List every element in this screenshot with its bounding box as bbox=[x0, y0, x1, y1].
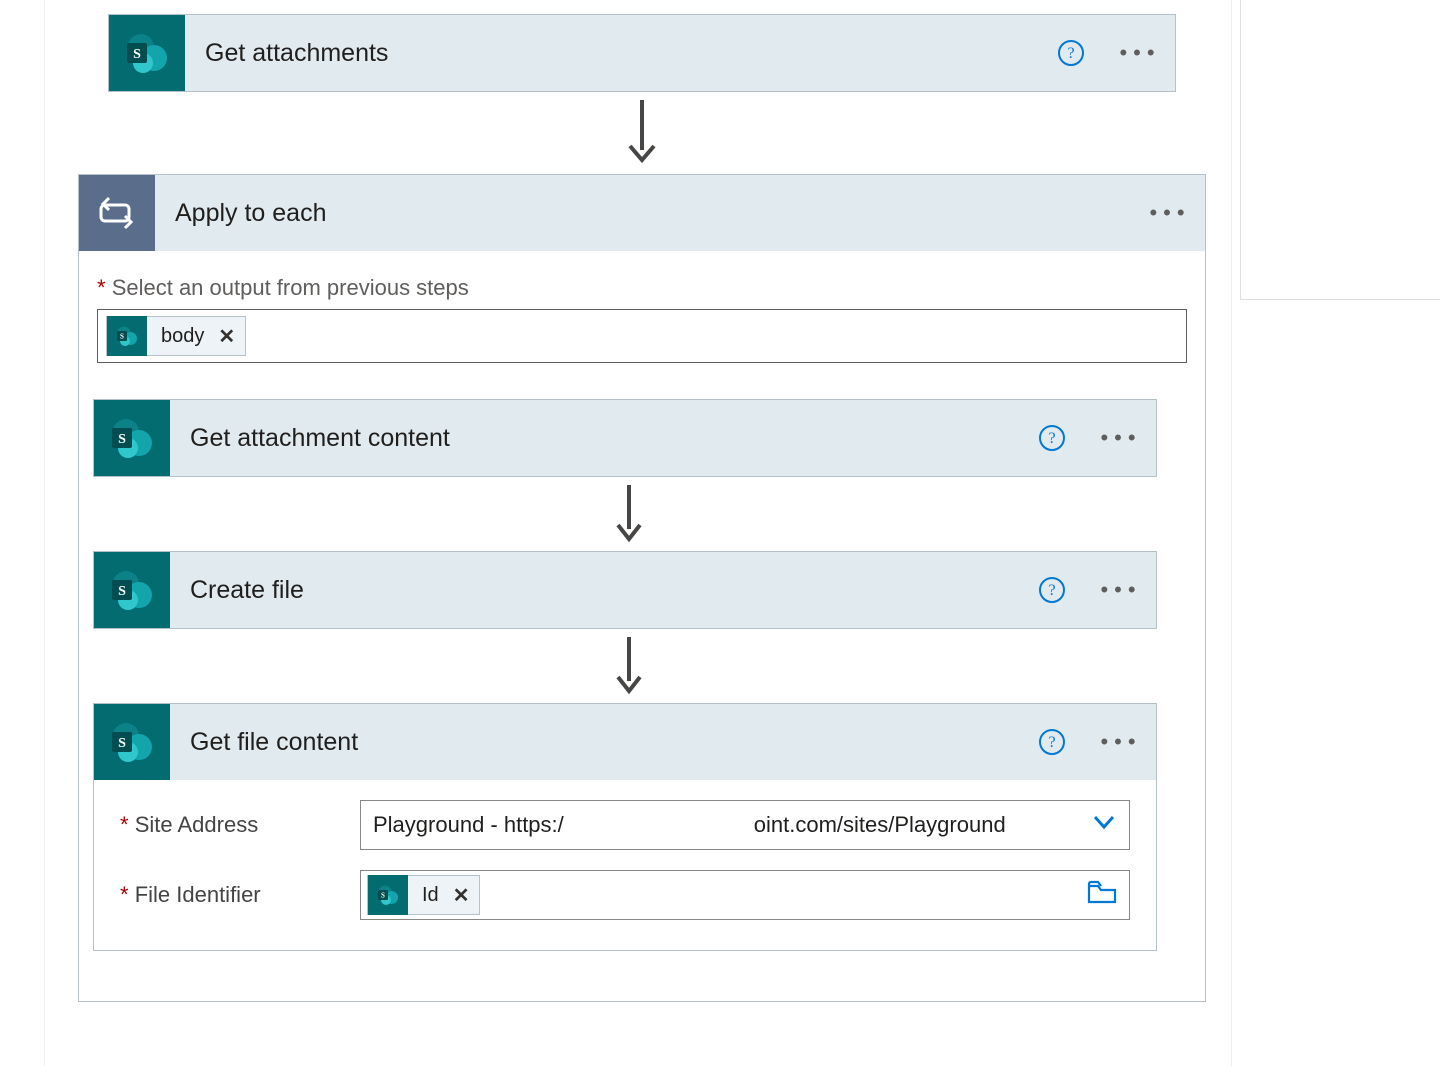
svg-text:S: S bbox=[118, 432, 126, 447]
svg-text:S: S bbox=[120, 333, 124, 341]
step-card-get-attachments[interactable]: S Get attachments ? ••• bbox=[108, 14, 1176, 92]
remove-token-icon[interactable]: ✕ bbox=[218, 324, 235, 349]
param-row-file-identifier: * File Identifier S Id ✕ bbox=[120, 870, 1130, 920]
connector-arrow bbox=[97, 637, 1161, 699]
remove-token-icon[interactable]: ✕ bbox=[453, 883, 470, 908]
field-value: Playground - https:/oint.com/sites/Playg… bbox=[373, 812, 1091, 838]
sharepoint-icon: S bbox=[94, 704, 170, 780]
svg-text:?: ? bbox=[1067, 45, 1074, 62]
svg-text:?: ? bbox=[1048, 734, 1055, 751]
svg-text:S: S bbox=[133, 47, 141, 62]
step-title: Get attachment content bbox=[170, 424, 1038, 453]
param-row-site-address: * Site Address Playground - https:/oint.… bbox=[120, 800, 1130, 850]
connector-arrow bbox=[97, 485, 1161, 547]
flow-designer-canvas: S Get attachments ? ••• Apply to each ••… bbox=[0, 0, 1440, 1066]
step-card-apply-to-each[interactable]: Apply to each ••• Select an output from … bbox=[78, 174, 1206, 1002]
field-label-select-output: Select an output from previous steps bbox=[97, 275, 1187, 301]
help-icon[interactable]: ? bbox=[1038, 728, 1066, 756]
sharepoint-icon: S bbox=[107, 316, 147, 356]
folder-browse-icon[interactable] bbox=[1087, 880, 1117, 910]
step-title: Get attachments bbox=[185, 39, 1057, 68]
chevron-down-icon[interactable] bbox=[1091, 809, 1117, 841]
svg-text:S: S bbox=[381, 892, 385, 900]
more-menu-icon[interactable]: ••• bbox=[1086, 577, 1156, 603]
step-card-get-file-content[interactable]: S Get file content ? ••• * Site Address bbox=[93, 703, 1157, 951]
more-menu-icon[interactable]: ••• bbox=[1135, 200, 1205, 226]
token-label: body bbox=[157, 325, 208, 348]
file-identifier-input[interactable]: S Id ✕ bbox=[360, 870, 1130, 920]
svg-text:S: S bbox=[118, 736, 126, 751]
step-title: Get file content bbox=[170, 728, 1038, 757]
loop-icon bbox=[79, 175, 155, 251]
more-menu-icon[interactable]: ••• bbox=[1086, 729, 1156, 755]
help-icon[interactable]: ? bbox=[1038, 424, 1066, 452]
param-label: * Site Address bbox=[120, 812, 350, 838]
step-card-create-file[interactable]: S Create file ? ••• bbox=[93, 551, 1157, 629]
help-icon[interactable]: ? bbox=[1038, 576, 1066, 604]
sharepoint-icon: S bbox=[109, 15, 185, 91]
site-address-dropdown[interactable]: Playground - https:/oint.com/sites/Playg… bbox=[360, 800, 1130, 850]
select-output-input[interactable]: S body ✕ bbox=[97, 309, 1187, 363]
sharepoint-icon: S bbox=[368, 875, 408, 915]
token-label: Id bbox=[418, 884, 443, 907]
svg-text:S: S bbox=[118, 584, 126, 599]
nested-steps: S Get attachment content ? ••• bbox=[97, 399, 1187, 951]
help-icon[interactable]: ? bbox=[1057, 39, 1085, 67]
more-menu-icon[interactable]: ••• bbox=[1086, 425, 1156, 451]
sharepoint-icon: S bbox=[94, 400, 170, 476]
svg-text:?: ? bbox=[1048, 430, 1055, 447]
connector-arrow bbox=[108, 100, 1176, 170]
side-panel-edge bbox=[1240, 0, 1440, 300]
dynamic-token-body[interactable]: S body ✕ bbox=[106, 316, 246, 356]
param-label: * File Identifier bbox=[120, 882, 350, 908]
step-card-get-attachment-content[interactable]: S Get attachment content ? ••• bbox=[93, 399, 1157, 477]
step-params: * Site Address Playground - https:/oint.… bbox=[94, 780, 1156, 950]
flow-column: S Get attachments ? ••• Apply to each ••… bbox=[48, 0, 1228, 1002]
step-title: Apply to each bbox=[155, 199, 1135, 228]
apply-to-each-body: Select an output from previous steps S b… bbox=[79, 251, 1205, 1001]
more-menu-icon[interactable]: ••• bbox=[1105, 40, 1175, 66]
dynamic-token-id[interactable]: S Id ✕ bbox=[367, 875, 480, 915]
step-title: Create file bbox=[170, 576, 1038, 605]
svg-text:?: ? bbox=[1048, 582, 1055, 599]
sharepoint-icon: S bbox=[94, 552, 170, 628]
